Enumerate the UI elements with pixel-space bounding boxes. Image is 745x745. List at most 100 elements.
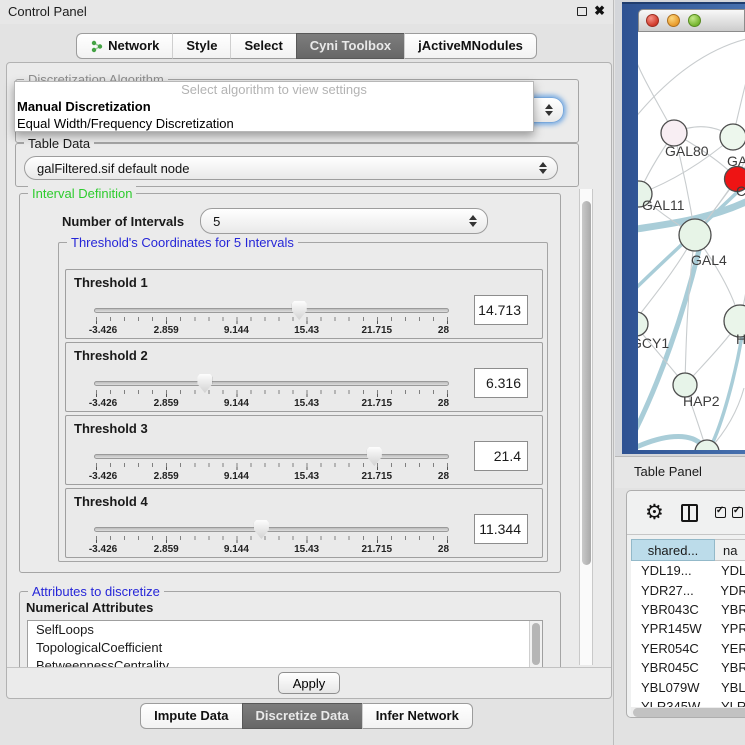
svg-text:GAL11: GAL11: [642, 197, 685, 213]
network-window: GAL80 GA C GAL11 GAL4 GCY1 H HAP2: [622, 2, 745, 454]
tab-infer-network[interactable]: Infer Network: [362, 703, 473, 729]
float-window-icon[interactable]: [577, 7, 587, 16]
panel-title: Control Panel: [8, 4, 87, 19]
table-panel-titlebar: Table Panel: [615, 456, 745, 488]
algorithm-dropdown-popup: Select algorithm to view settings Manual…: [14, 81, 534, 132]
tab-cyni-toolbox[interactable]: Cyni Toolbox: [296, 33, 404, 59]
cyni-content-panel: Discretization Algorithm Select algorith…: [6, 62, 612, 699]
threshold-value-3[interactable]: 21.4: [474, 441, 528, 471]
threshold-slider-1[interactable]: [94, 308, 449, 313]
scrollbar-thumb[interactable]: [582, 201, 591, 565]
combo-stepper-icon: [539, 162, 549, 174]
num-intervals-value: 5: [213, 214, 220, 229]
network-icon: [90, 39, 103, 53]
threshold-value-4[interactable]: 11.344: [474, 514, 528, 544]
numerical-attributes-label: Numerical Attributes: [26, 600, 153, 615]
table-row[interactable]: YBL079WYBL0: [631, 677, 745, 696]
dropdown-item-equal-width[interactable]: Equal Width/Frequency Discretization: [15, 115, 533, 132]
checkbox-group: [715, 507, 743, 518]
threshold-slider-2[interactable]: [94, 381, 449, 386]
threshold-box-4: Threshold 4 -3.426 2.859 9.144 15.43 21.…: [65, 488, 543, 558]
attributes-group: Attributes to discretize Numerical Attri…: [19, 591, 561, 667]
list-item[interactable]: TopologicalCoefficient: [28, 639, 542, 657]
network-graph: GAL80 GA C GAL11 GAL4 GCY1 H HAP2: [638, 32, 745, 450]
intervals-row: Number of Intervals 5: [62, 208, 488, 234]
thresholds-group-label: Threshold's Coordinates for 5 Intervals: [67, 235, 298, 250]
tab-network-label: Network: [108, 38, 159, 53]
table-row[interactable]: YBR045CYBR0: [631, 658, 745, 677]
column-header-name[interactable]: na: [715, 539, 745, 561]
svg-text:GA: GA: [727, 153, 745, 169]
control-panel-titlebar: Control Panel ✖: [0, 0, 613, 24]
table-horizontal-scrollbar[interactable]: [631, 707, 745, 718]
numerical-attributes-list[interactable]: SelfLoops TopologicalCoefficient Between…: [27, 620, 543, 667]
threshold-box-3: Threshold 3 -3.426 2.859 9.144 15.43 21.…: [65, 415, 543, 485]
scrollbar-thumb[interactable]: [633, 708, 745, 717]
close-traffic-light-icon[interactable]: [646, 14, 659, 27]
svg-text:GCY1: GCY1: [638, 335, 669, 351]
interval-definition-label: Interval Definition: [28, 186, 136, 201]
close-icon[interactable]: ✖: [594, 3, 605, 19]
attributes-clip: Attributes to discretize Numerical Attri…: [19, 585, 561, 667]
apply-bar: Apply: [7, 667, 611, 699]
table-toolbar: ⚙: [627, 491, 745, 535]
table-body: YDL19...YDL1 YDR27...YDR2 YBR043CYBR0 YP…: [631, 561, 745, 707]
table-panel-title: Table Panel: [634, 464, 702, 479]
threshold-value-2[interactable]: 6.316: [474, 368, 528, 398]
minimize-traffic-light-icon[interactable]: [667, 14, 680, 27]
threshold-slider-3[interactable]: [94, 454, 449, 459]
control-panel: Control Panel ✖ Network Style Select Cyn…: [0, 0, 614, 745]
columns-icon[interactable]: [681, 504, 698, 522]
table-data-group: Table Data galFiltered.sif default node: [15, 143, 579, 187]
dropdown-item-manual[interactable]: Manual Discretization: [15, 98, 533, 115]
dropdown-hint: Select algorithm to view settings: [15, 82, 533, 98]
table-row[interactable]: YDR27...YDR2: [631, 580, 745, 599]
network-window-titlebar[interactable]: [638, 9, 745, 32]
table-header-row: shared... na: [631, 539, 745, 561]
tab-jactivemnodules[interactable]: jActiveMNodules: [404, 33, 537, 59]
tab-impute-data[interactable]: Impute Data: [140, 703, 241, 729]
table-row[interactable]: YLR345WYLR3: [631, 697, 745, 707]
list-item[interactable]: SelfLoops: [28, 621, 542, 639]
top-tab-bar: Network Style Select Cyni Toolbox jActiv…: [0, 33, 613, 59]
checkbox-checked-icon[interactable]: [732, 507, 743, 518]
settings-scrollbar[interactable]: [579, 189, 593, 665]
tab-discretize-data[interactable]: Discretize Data: [242, 703, 362, 729]
combo-stepper-icon: [469, 215, 479, 227]
table-row[interactable]: YDL19...YDL1: [631, 561, 745, 580]
table-panel: ⚙ shared... na YDL19...YDL1 YDR27...YDR2…: [626, 490, 745, 718]
thresholds-group: Threshold's Coordinates for 5 Intervals …: [58, 242, 548, 562]
tab-network[interactable]: Network: [76, 33, 172, 59]
interval-definition-group: Interval Definition Number of Intervals …: [19, 193, 561, 573]
num-intervals-label: Number of Intervals: [62, 214, 184, 229]
combo-stepper-icon: [545, 104, 555, 116]
list-item[interactable]: BetweennessCentrality: [28, 657, 542, 667]
zoom-traffic-light-icon[interactable]: [688, 14, 701, 27]
gear-icon[interactable]: ⚙: [645, 502, 664, 523]
num-intervals-combo[interactable]: 5: [200, 208, 488, 234]
table-data-group-label: Table Data: [24, 136, 94, 151]
threshold-box-2: Threshold 2 -3.426 2.859 9.144 15.43 21.…: [65, 342, 543, 412]
threshold-value-1[interactable]: 14.713: [474, 295, 528, 325]
svg-text:GAL80: GAL80: [665, 143, 709, 159]
attributes-group-label: Attributes to discretize: [28, 585, 164, 599]
svg-text:GAL4: GAL4: [691, 252, 727, 268]
checkbox-checked-icon[interactable]: [715, 507, 726, 518]
network-canvas[interactable]: GAL80 GA C GAL11 GAL4 GCY1 H HAP2: [638, 32, 745, 450]
threshold-slider-4[interactable]: [94, 527, 449, 532]
tab-select[interactable]: Select: [230, 33, 295, 59]
svg-text:C: C: [736, 183, 745, 199]
apply-button[interactable]: Apply: [278, 672, 341, 694]
tab-style[interactable]: Style: [172, 33, 230, 59]
threshold-box-1: Threshold 1 -3.426 2.859 9.144 15.43 21.…: [65, 269, 543, 339]
svg-text:H: H: [736, 331, 745, 347]
list-scrollbar[interactable]: [529, 621, 542, 667]
table-row[interactable]: YER054CYER0: [631, 639, 745, 658]
table-data-combo[interactable]: galFiltered.sif default node: [24, 156, 558, 180]
svg-text:HAP2: HAP2: [683, 393, 720, 409]
column-header-shared[interactable]: shared...: [631, 539, 715, 561]
bottom-tab-bar: Impute Data Discretize Data Infer Networ…: [0, 703, 613, 729]
table-data-value: galFiltered.sif default node: [37, 161, 189, 176]
table-row[interactable]: YPR145WYPR1: [631, 619, 745, 638]
table-row[interactable]: YBR043CYBR0: [631, 600, 745, 619]
